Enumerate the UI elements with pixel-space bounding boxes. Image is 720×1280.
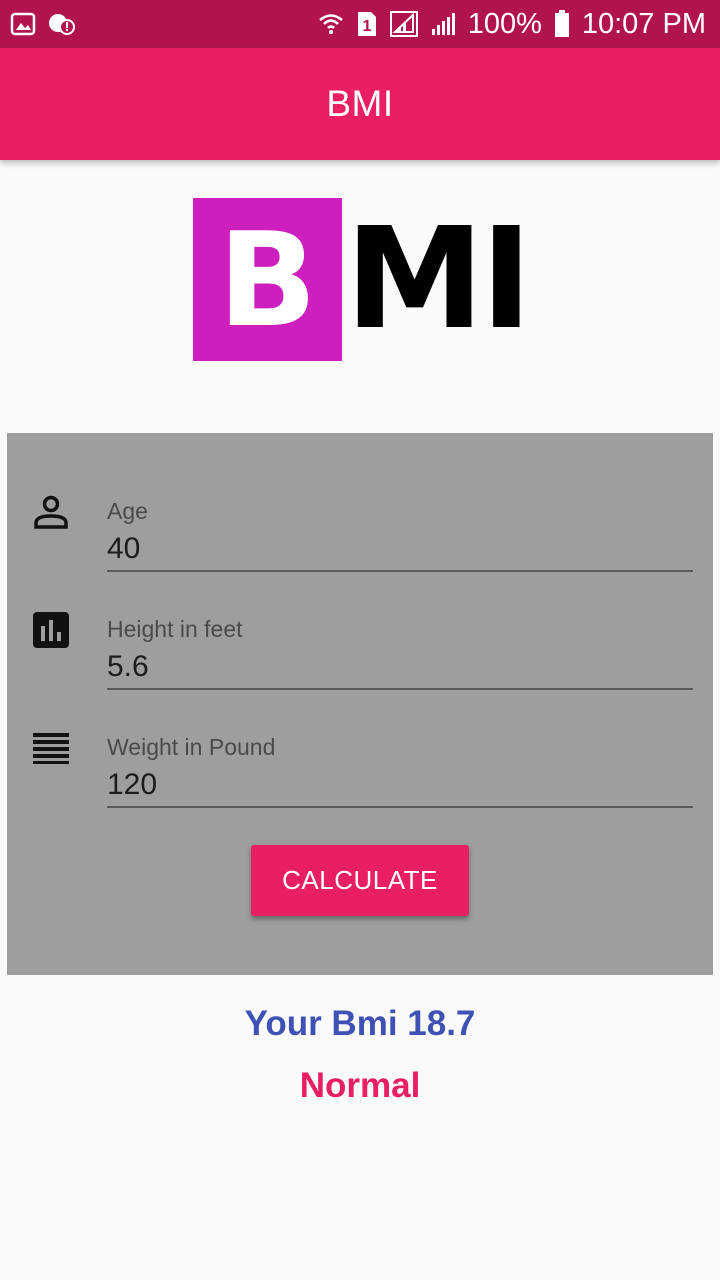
status-bar-left [10, 11, 76, 37]
person-icon [32, 493, 70, 531]
status-bar: 1 100% 10:07 PM [0, 0, 720, 48]
bmi-form-panel: Age Height in feet Weight in Pound CALCU… [7, 433, 713, 975]
gallery-notification-icon [10, 11, 36, 37]
logo-letter-b: B [217, 203, 318, 356]
clock: 10:07 PM [581, 7, 706, 40]
weight-lines-icon [32, 729, 70, 767]
logo-letters-mi: MI [345, 198, 532, 361]
alert-notification-icon [48, 11, 76, 37]
height-label: Height in feet [107, 616, 243, 642]
app-bar: BMI [0, 48, 720, 160]
weight-input[interactable] [107, 768, 667, 802]
age-field: Age [107, 454, 693, 572]
sim-slot-icon: 1 [356, 10, 378, 38]
logo-b-block: B [193, 198, 342, 361]
battery-percent: 100% [467, 7, 542, 40]
status-bar-right: 1 100% 10:07 PM [318, 8, 706, 41]
sim-slot-number: 1 [362, 18, 371, 35]
bmi-result-text: Your Bmi 18.7 [244, 1004, 476, 1043]
app-title: BMI [326, 83, 394, 124]
calculate-button[interactable]: CALCULATE [251, 845, 469, 916]
bar-chart-icon [32, 611, 70, 649]
bmi-category-text: Normal [299, 1066, 421, 1105]
weight-label: Weight in Pound [107, 734, 276, 760]
height-input[interactable] [107, 650, 667, 684]
age-label: Age [107, 498, 148, 524]
cell-signal-icon [430, 11, 456, 37]
weight-field: Weight in Pound [107, 690, 693, 808]
wifi-icon [318, 11, 344, 37]
signal-outline-icon [389, 11, 418, 37]
weight-underline [107, 806, 693, 808]
height-field: Height in feet [107, 572, 693, 690]
battery-icon [554, 10, 570, 38]
age-input[interactable] [107, 532, 667, 566]
bmi-logo: B MI [193, 198, 532, 362]
